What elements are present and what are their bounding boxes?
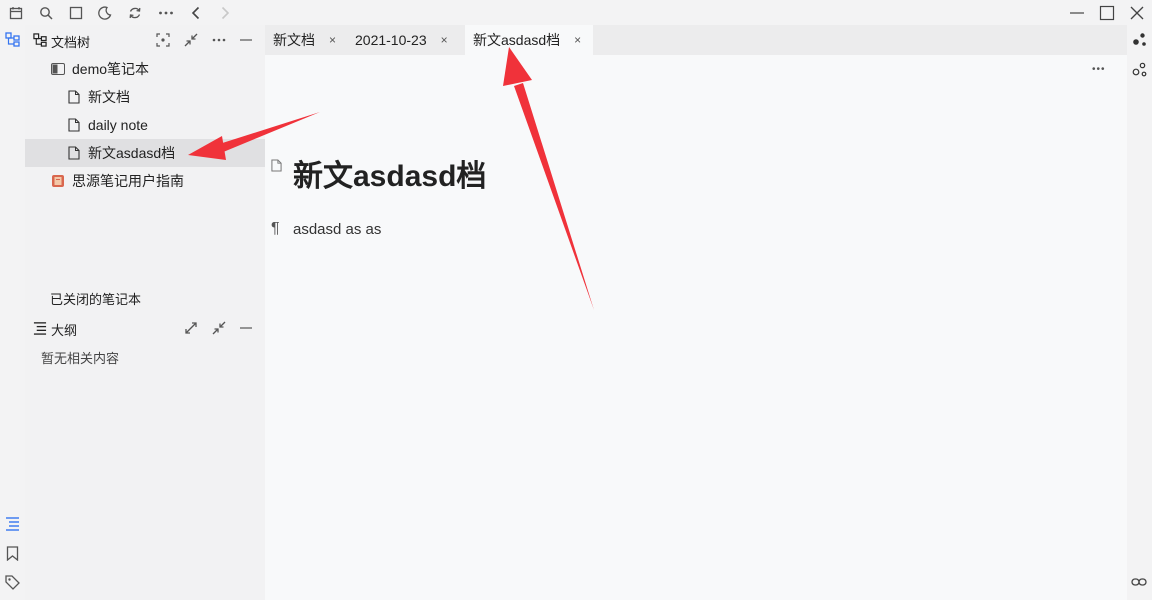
- paragraph-marker-icon[interactable]: ¶: [271, 220, 280, 238]
- locate-doc-icon[interactable]: [156, 33, 170, 47]
- doc-label: 新文档: [88, 89, 130, 105]
- maximize-icon[interactable]: [1098, 4, 1116, 22]
- forward-icon[interactable]: [216, 4, 234, 22]
- tab-bar: 新文档 × 2021-10-23 × 新文asdasd档 ×: [265, 25, 1127, 55]
- doc-label: 新文asdasd档: [88, 145, 176, 161]
- file-tree-icon: [33, 33, 47, 47]
- doc-item[interactable]: 新文档: [25, 83, 265, 111]
- title-bar: [0, 0, 1152, 25]
- right-dock: [1127, 25, 1152, 600]
- tab-daily-note[interactable]: 2021-10-23 ×: [347, 25, 473, 55]
- bookmark-dock-icon[interactable]: [6, 546, 19, 561]
- guide-notebook-item[interactable]: 思源笔记用户指南: [25, 167, 265, 195]
- tab-label: 2021-10-23: [355, 32, 427, 48]
- tag-dock-icon[interactable]: [5, 575, 20, 590]
- notebook-icon: [50, 61, 66, 77]
- outline-icon: [33, 321, 47, 335]
- sync-icon[interactable]: [126, 4, 144, 22]
- left-dock: [0, 25, 25, 600]
- document-title[interactable]: 新文asdasd档: [293, 151, 486, 195]
- tab-close-icon[interactable]: ×: [441, 33, 448, 47]
- doc-item-selected[interactable]: 新文asdasd档: [25, 139, 265, 167]
- outline-empty-text: 暂无相关内容: [41, 351, 120, 366]
- closed-notebooks-label[interactable]: 已关闭的笔记本: [50, 289, 141, 308]
- editor-more-icon[interactable]: •••: [1092, 64, 1106, 75]
- file-tree-dock-icon[interactable]: [5, 32, 20, 47]
- global-graph-icon[interactable]: [1132, 62, 1147, 77]
- tab-label: 新文asdasd档: [473, 32, 561, 48]
- expand-icon[interactable]: [184, 321, 198, 335]
- calendar-icon[interactable]: [7, 4, 25, 22]
- file-icon: [66, 89, 82, 105]
- moon-icon[interactable]: [96, 4, 114, 22]
- notebook-item[interactable]: demo笔记本: [25, 55, 265, 83]
- backlink-icon[interactable]: [1131, 576, 1147, 588]
- guide-label: 思源笔记用户指南: [72, 173, 184, 189]
- doc-icon[interactable]: [271, 159, 282, 172]
- search-icon[interactable]: [37, 4, 55, 22]
- close-window-icon[interactable]: [1128, 4, 1146, 22]
- doc-label: daily note: [88, 117, 148, 133]
- graph-icon[interactable]: [1132, 32, 1147, 47]
- doc-item[interactable]: daily note: [25, 111, 265, 139]
- tab-label: 新文档: [273, 32, 315, 48]
- outline-dock-icon[interactable]: [5, 516, 20, 531]
- file-tree-title: 文档树: [51, 35, 91, 50]
- tab-new-doc[interactable]: 新文档 ×: [265, 25, 355, 55]
- minimize-icon[interactable]: [1068, 4, 1086, 22]
- back-icon[interactable]: [187, 4, 205, 22]
- file-icon: [66, 145, 82, 161]
- paragraph-block[interactable]: asdasd as as: [293, 221, 381, 238]
- more-icon[interactable]: [157, 4, 175, 22]
- outline-minimize-icon[interactable]: [239, 322, 253, 334]
- collapse-icon[interactable]: [212, 321, 226, 335]
- file-icon: [66, 117, 82, 133]
- fullscreen-icon[interactable]: [67, 4, 85, 22]
- file-tree-panel: 文档树 demo笔记本 新文档 daily note 新文asdasd档 思源笔…: [25, 25, 265, 600]
- tab-close-icon[interactable]: ×: [329, 33, 336, 47]
- notebook-label: demo笔记本: [72, 61, 150, 77]
- outline-title: 大纲: [51, 323, 78, 338]
- tab-active-doc[interactable]: 新文asdasd档 ×: [465, 25, 593, 55]
- tree-minimize-icon[interactable]: [239, 34, 253, 46]
- editor[interactable]: ••• 新文asdasd档 ¶ asdasd as as: [265, 55, 1127, 600]
- collapse-all-icon[interactable]: [184, 33, 198, 47]
- book-icon: [50, 173, 66, 189]
- tree-more-icon[interactable]: [212, 34, 226, 46]
- tab-close-icon[interactable]: ×: [574, 33, 581, 47]
